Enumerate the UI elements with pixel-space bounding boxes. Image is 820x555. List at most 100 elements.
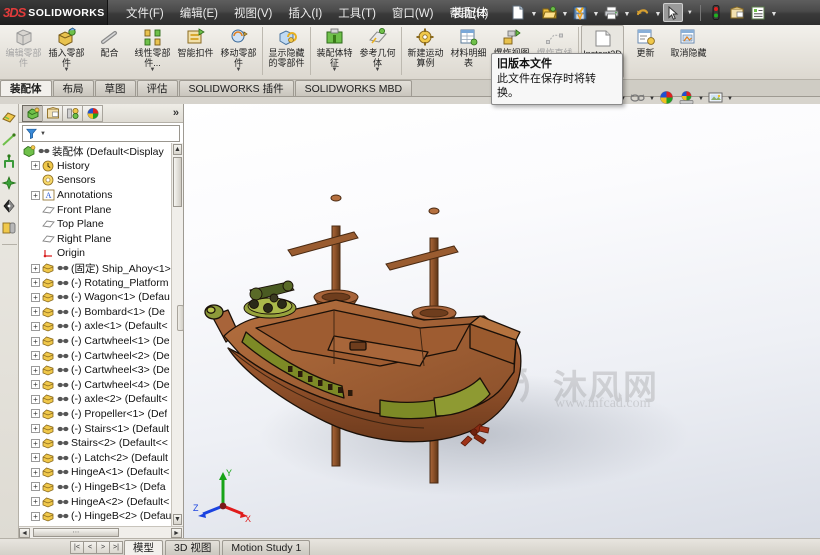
menu-tools[interactable]: 工具(T) <box>330 2 384 24</box>
expand-icon[interactable]: + <box>31 482 40 492</box>
options-icon[interactable] <box>748 3 768 22</box>
tree-hscroll-thumb[interactable]: ⋯ <box>33 528 119 537</box>
nav-next-button[interactable]: > <box>96 540 110 554</box>
expand-icon[interactable]: + <box>31 394 40 404</box>
select-pointer-icon[interactable] <box>663 3 684 22</box>
ribbon-linear-component-pattern[interactable]: 线性零部件... ▼ <box>131 25 174 78</box>
rebuild-icon[interactable] <box>706 3 726 22</box>
new-document-dropdown-icon[interactable]: ▼ <box>529 3 538 22</box>
tree-horizontal-scrollbar[interactable]: ◄ ⋯ ► <box>19 526 183 538</box>
tree-vertical-scrollbar[interactable]: ▲ ▼ <box>171 143 183 526</box>
tree-scroll-thumb[interactable] <box>173 157 182 207</box>
nav-last-button[interactable]: >| <box>109 540 123 554</box>
bottom-tab-model[interactable]: 模型 <box>124 539 163 555</box>
tree-node-sensors[interactable]: Sensors <box>19 173 183 188</box>
expand-icon[interactable]: + <box>31 161 40 171</box>
assembly-xpert-icon[interactable] <box>1 110 17 126</box>
menu-insert[interactable]: 插入(I) <box>280 2 330 24</box>
expand-icon[interactable]: + <box>31 424 40 434</box>
appearance-rail-icon[interactable] <box>1 220 17 236</box>
tree-node-top-plane[interactable]: Top Plane <box>19 217 183 232</box>
ribbon-show-hidden-components[interactable]: 显示隐藏的零部件 <box>265 25 308 78</box>
display-manager-tab[interactable] <box>82 104 103 122</box>
tree-node-right-plane[interactable]: Right Plane <box>19 232 183 247</box>
expand-icon[interactable]: + <box>31 307 40 317</box>
tree-node-component[interactable]: + (-) Latch<2> (Default <box>19 450 183 465</box>
tree-node-component[interactable]: + (-) HingeB<2> (Defau <box>19 509 183 524</box>
ribbon-update-speedpak[interactable]: 更新 <box>624 25 667 78</box>
ribbon-insert-components[interactable]: 插入零部件 ▼ <box>45 25 88 78</box>
tree-node-component[interactable]: + (固定) Ship_Ahoy<1> <box>19 261 183 276</box>
ribbon-unhide-all[interactable]: 取消隐藏 <box>667 25 710 78</box>
save-dropdown-icon[interactable]: ▼ <box>591 3 600 22</box>
panel-expand-icon[interactable]: » <box>173 107 179 119</box>
feature-manager-tab[interactable] <box>22 104 43 122</box>
tree-filter-bar[interactable]: ▼ <box>22 125 180 142</box>
tree-node-origin[interactable]: Origin <box>19 246 183 261</box>
bottom-tab-motion-study[interactable]: Motion Study 1 <box>222 539 311 555</box>
tree-node-component[interactable]: + (-) axle<2> (Default< <box>19 392 183 407</box>
ribbon-edit-component[interactable]: 编辑零部件 <box>2 25 45 78</box>
expand-icon[interactable]: + <box>31 190 40 200</box>
assembly-tools-icon[interactable] <box>1 154 17 170</box>
tree-node-component[interactable]: + HingeA<2> (Default< <box>19 494 183 509</box>
expand-icon[interactable]: + <box>31 263 40 273</box>
menu-window[interactable]: 窗口(W) <box>384 2 442 24</box>
expand-icon[interactable]: + <box>31 336 40 346</box>
tab-assembly[interactable]: 装配体 <box>0 80 52 96</box>
tree-node-component[interactable]: + (-) Cartwheel<3> (De <box>19 363 183 378</box>
expand-icon[interactable]: + <box>31 321 40 331</box>
ribbon-reference-geometry[interactable]: 参考几何体 ▼ <box>356 25 399 78</box>
scroll-down-icon[interactable]: ▼ <box>173 514 182 525</box>
insert-components-dropdown-icon[interactable]: ▼ <box>64 67 70 73</box>
select-pointer-dropdown-icon[interactable]: ▼ <box>684 3 695 22</box>
tree-node-component[interactable]: + (-) HingeB<1> (Defa <box>19 480 183 495</box>
new-document-icon[interactable] <box>508 3 528 22</box>
expand-icon[interactable]: + <box>31 511 40 521</box>
expand-icon[interactable]: + <box>31 467 40 477</box>
linear-component-pattern-dropdown-icon[interactable]: ▼ <box>150 67 156 73</box>
filter-dropdown-icon[interactable]: ▼ <box>40 131 46 137</box>
ribbon-assembly-features[interactable]: 装配体特征 ▼ <box>313 25 356 78</box>
expand-icon[interactable]: + <box>31 380 40 390</box>
tree-node-component[interactable]: + (-) axle<1> (Default< <box>19 319 183 334</box>
save-icon[interactable] <box>570 3 590 22</box>
menu-file[interactable]: 文件(F) <box>118 2 172 24</box>
tab-evaluate[interactable]: 评估 <box>136 80 178 96</box>
panel-splitter-grip[interactable] <box>177 305 184 331</box>
tree-node-component[interactable]: + (-) Bombard<1> (De <box>19 305 183 320</box>
tree-node-component[interactable]: + (-) Rotating_Platform <box>19 275 183 290</box>
bottom-tab-3dviews[interactable]: 3D 视图 <box>165 539 221 555</box>
document-properties-icon[interactable] <box>727 3 747 22</box>
print-dropdown-icon[interactable]: ▼ <box>622 3 631 22</box>
ribbon-bill-of-materials[interactable]: 材料明细表 <box>447 25 490 78</box>
tree-node-annotations[interactable]: + A Annotations <box>19 188 183 203</box>
line-format-icon[interactable] <box>1 132 17 148</box>
ribbon-new-motion-study[interactable]: 新建运动算例 <box>404 25 447 78</box>
tree-node-component[interactable]: + (-) Stairs<1> (Default <box>19 421 183 436</box>
undo-dropdown-icon[interactable]: ▼ <box>653 3 662 22</box>
nav-prev-button[interactable]: < <box>83 540 97 554</box>
reference-geometry-dropdown-icon[interactable]: ▼ <box>375 67 381 73</box>
graphics-viewport[interactable]: MF 沐风网 www.mfcad.com <box>184 104 820 538</box>
scroll-up-icon[interactable]: ▲ <box>173 144 182 155</box>
tree-node-history[interactable]: + History <box>19 159 183 174</box>
ribbon-smart-fasteners[interactable]: 智能扣件 <box>174 25 217 78</box>
tree-node-front-plane[interactable]: Front Plane <box>19 202 183 217</box>
feature-tree[interactable]: 装配体 (Default<Display + History Sensors + <box>19 143 183 526</box>
open-document-dropdown-icon[interactable]: ▼ <box>560 3 569 22</box>
tree-node-component[interactable]: + (-) Cartwheel<1> (De <box>19 334 183 349</box>
move-component-dropdown-icon[interactable]: ▼ <box>236 67 242 73</box>
nav-first-button[interactable]: |< <box>70 540 84 554</box>
tree-node-component[interactable]: + (-) Cartwheel<4> (De <box>19 378 183 393</box>
expand-icon[interactable]: + <box>31 351 40 361</box>
tree-node-component[interactable]: + (-) Cartwheel<2> (De <box>19 348 183 363</box>
property-manager-tab[interactable] <box>42 104 63 122</box>
undo-icon[interactable] <box>632 3 652 22</box>
tree-node-assembly[interactable]: 装配体 (Default<Display <box>19 144 183 159</box>
scroll-left-icon[interactable]: ◄ <box>19 527 30 538</box>
tree-node-component[interactable]: + (-) Wagon<1> (Defau <box>19 290 183 305</box>
options-dropdown-icon[interactable]: ▼ <box>769 3 778 22</box>
expand-icon[interactable]: + <box>31 292 40 302</box>
expand-icon[interactable]: + <box>31 453 40 463</box>
